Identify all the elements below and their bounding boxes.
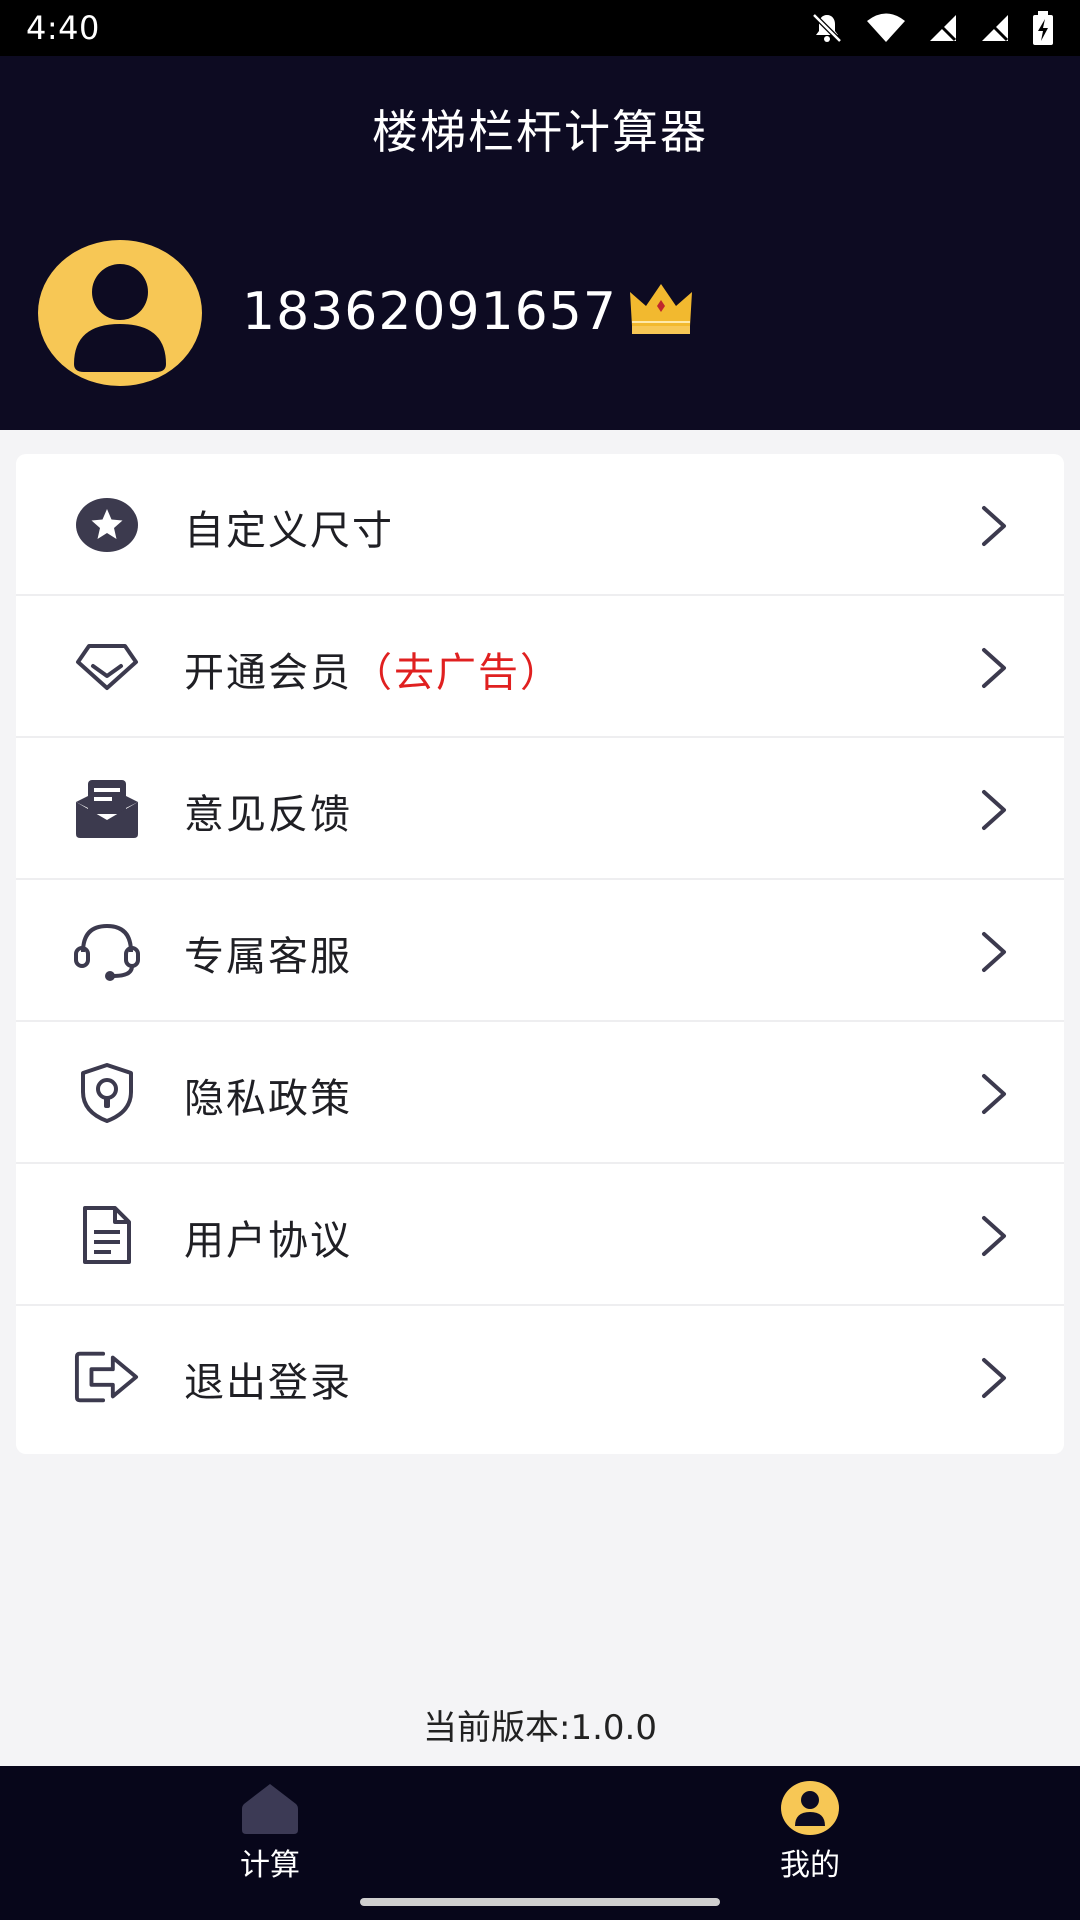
avatar[interactable] [38, 240, 202, 386]
battery-charging-icon [1033, 11, 1053, 45]
tab-calculate[interactable]: 计算 [170, 1780, 370, 1883]
shield-lock-icon [74, 1060, 140, 1126]
membership-label: 开通会员 [184, 650, 352, 696]
headset-icon [74, 918, 140, 984]
version-text: 当前版本:1.0.0 [423, 1708, 657, 1748]
menu-label: 意见反馈 [184, 792, 352, 838]
wifi-icon [867, 13, 905, 42]
menu-item-customer-service[interactable]: 专属客服 [16, 880, 1064, 1022]
notifications-off-icon [812, 13, 842, 43]
menu-label: 用户协议 [184, 1218, 352, 1264]
menu-label: 隐私政策 [184, 1076, 352, 1122]
diamond-icon [74, 634, 140, 700]
chevron-right-icon [982, 506, 1006, 546]
chevron-right-icon [982, 1074, 1006, 1114]
document-icon [74, 1202, 140, 1268]
menu-label: 开通会员（去广告） [184, 640, 562, 698]
status-icons [810, 11, 1054, 45]
mail-icon [74, 776, 140, 842]
signal-off-icon-2 [981, 14, 1009, 42]
menu-item-feedback[interactable]: 意见反馈 [16, 738, 1064, 880]
chevron-right-icon [982, 1216, 1006, 1256]
chevron-right-icon [982, 932, 1006, 972]
menu-item-membership[interactable]: 开通会员（去广告） [16, 596, 1064, 738]
menu-label: 退出登录 [184, 1360, 352, 1406]
menu-card: 自定义尺寸 开通会员（去广告） 意见反馈 专属客服 隐私政策 用户协议 退出登录 [16, 454, 1064, 1454]
username: 18362091657 [242, 282, 617, 342]
chevron-right-icon [982, 1358, 1006, 1398]
user-icon [781, 1781, 839, 1835]
menu-label: 自定义尺寸 [184, 508, 394, 554]
tab-label: 计算 [240, 1848, 300, 1883]
menu-item-user-agreement[interactable]: 用户协议 [16, 1164, 1064, 1306]
home-indicator[interactable] [360, 1898, 720, 1906]
tab-label: 我的 [780, 1848, 840, 1883]
home-icon [242, 1784, 298, 1834]
vip-crown-icon [630, 284, 692, 334]
chevron-right-icon [982, 648, 1006, 688]
signal-off-icon [929, 14, 957, 42]
profile-header: 楼梯栏杆计算器 18362091657 [0, 56, 1080, 430]
menu-item-logout[interactable]: 退出登录 [16, 1306, 1064, 1448]
menu-label: 专属客服 [184, 934, 352, 980]
bottom-tabbar: 计算 我的 [0, 1766, 1080, 1920]
star-badge-icon [74, 492, 140, 558]
menu-item-privacy-policy[interactable]: 隐私政策 [16, 1022, 1064, 1164]
chevron-right-icon [982, 790, 1006, 830]
menu-item-custom-size[interactable]: 自定义尺寸 [16, 454, 1064, 596]
status-time: 4:40 [26, 9, 100, 47]
user-icon [74, 264, 166, 372]
logout-icon [74, 1344, 140, 1410]
tab-mine[interactable]: 我的 [710, 1780, 910, 1883]
status-bar: 4:40 [0, 0, 1080, 56]
app-title: 楼梯栏杆计算器 [372, 105, 708, 159]
remove-ads-note: （去广告） [352, 650, 562, 696]
